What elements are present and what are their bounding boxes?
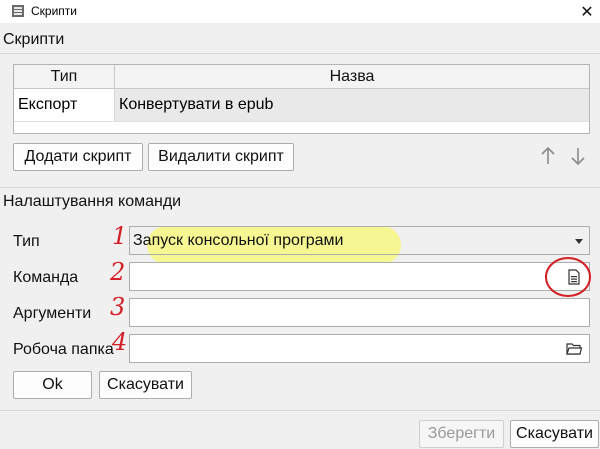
table-row[interactable]: Експорт Конвертувати в epub	[14, 89, 589, 121]
command-label: Команда	[13, 269, 79, 286]
type-combobox[interactable]: Запуск консольної програми	[129, 226, 590, 255]
close-button[interactable]: ✕	[574, 0, 600, 23]
arrow-down-icon[interactable]	[569, 145, 587, 167]
annotation-number-1: 1	[112, 222, 128, 250]
command-cancel-button[interactable]: Скасувати	[99, 371, 192, 399]
arrow-up-icon[interactable]	[539, 145, 557, 167]
table-cell-name: Конвертувати в epub	[115, 89, 589, 121]
chevron-down-icon	[575, 239, 583, 244]
annotation-number-2: 2	[110, 258, 126, 286]
arguments-input[interactable]	[129, 298, 590, 327]
annotation-number-3: 3	[110, 293, 126, 321]
table-cell-type: Експорт	[14, 89, 115, 121]
arguments-label: Аргументи	[13, 305, 92, 322]
column-header-name[interactable]: Назва	[115, 65, 589, 89]
remove-script-button[interactable]: Видалити скрипт	[148, 143, 294, 171]
ok-button[interactable]: Ok	[13, 371, 92, 399]
divider	[0, 187, 600, 188]
divider	[0, 53, 600, 54]
horizontal-scrollbar[interactable]	[14, 121, 589, 133]
command-input[interactable]	[129, 262, 590, 291]
workdir-label: Робоча папка	[13, 341, 114, 358]
add-script-button[interactable]: Додати скрипт	[13, 143, 143, 171]
scripts-table[interactable]: Тип Назва Експорт Конвертувати в epub	[13, 64, 590, 134]
column-header-type[interactable]: Тип	[14, 65, 115, 89]
close-icon: ✕	[580, 3, 594, 21]
type-combobox-value: Запуск консольної програми	[133, 232, 344, 249]
annotation-circle	[545, 257, 591, 297]
save-button[interactable]: Зберегти	[419, 420, 504, 448]
annotation-number-4: 4	[112, 328, 128, 356]
command-settings-label: Налаштування команди	[3, 193, 182, 210]
app-icon	[12, 5, 24, 17]
type-label: Тип	[13, 233, 40, 250]
divider	[0, 410, 600, 411]
scripts-section-label: Скрипти	[3, 31, 65, 48]
footer-cancel-button[interactable]: Скасувати	[510, 420, 599, 448]
window-title: Скрипти	[31, 4, 77, 18]
folder-icon[interactable]	[565, 340, 583, 358]
workdir-input[interactable]	[129, 334, 590, 363]
window-titlebar: Скрипти ✕	[0, 0, 600, 23]
